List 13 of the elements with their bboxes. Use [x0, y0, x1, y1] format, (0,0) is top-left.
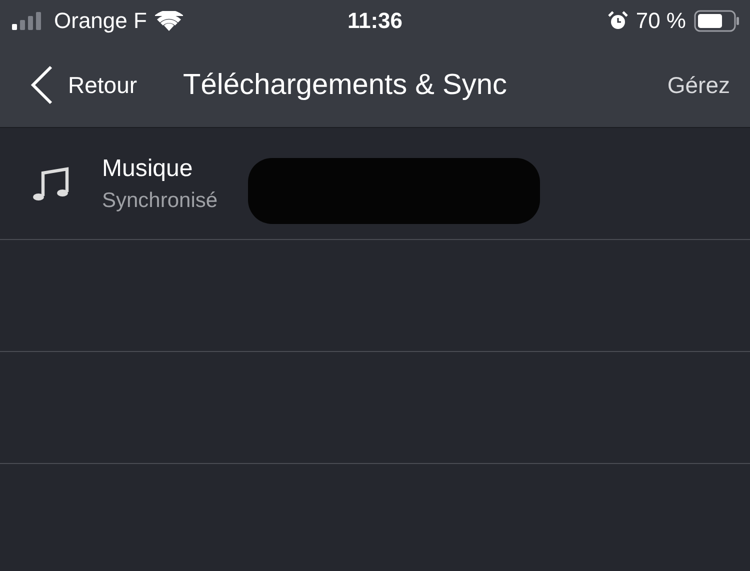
back-button[interactable]: Retour: [30, 65, 138, 105]
alarm-icon: [608, 11, 628, 31]
item-subtitle: Synchronisé: [102, 188, 218, 212]
battery-percent: 70 %: [636, 8, 686, 34]
chevron-left-icon: [30, 65, 54, 105]
manage-button[interactable]: Gérez: [667, 72, 730, 98]
wifi-icon: [154, 11, 183, 31]
battery-icon: [694, 10, 740, 32]
music-note-icon: [32, 164, 70, 202]
carrier-name: Orange F: [54, 8, 147, 34]
clock-time: 11:36: [347, 8, 403, 34]
page-title: Téléchargements & Sync: [183, 68, 508, 102]
item-title: Musique: [102, 154, 194, 182]
